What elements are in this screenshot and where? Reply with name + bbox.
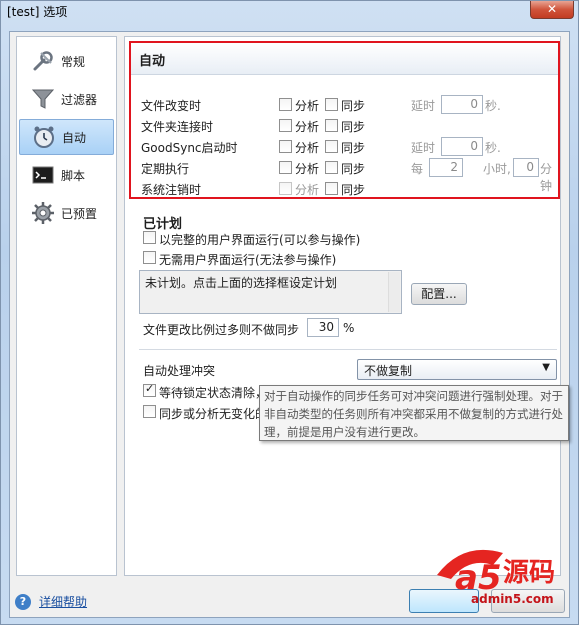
analyze-checkbox[interactable]: [279, 98, 292, 111]
chevron-down-icon: ▼: [542, 362, 550, 373]
analyze-checkbox[interactable]: [279, 182, 292, 195]
sidebar-item-presets[interactable]: 已预置: [19, 195, 114, 231]
sidebar-item-label: 脚本: [61, 168, 86, 183]
ratio-input[interactable]: 30: [307, 318, 339, 337]
client-area: 常规 过滤器 自动 脚本 已预置 自动 文件改变时 分析 同步 延时 0 秒. …: [9, 31, 570, 618]
row-label: 文件改变时: [141, 99, 202, 113]
no-change-label: 同步或分析无变化的: [159, 407, 268, 421]
auto-row-goodsync-start: GoodSync启动时 分析 同步 延时 0 秒.: [141, 137, 561, 157]
minutes-input[interactable]: 0: [513, 158, 539, 177]
no-ui-label: 无需用户界面运行(无法参与操作): [159, 253, 337, 267]
wait-lock-label: 等待锁定状态清除，: [159, 386, 268, 400]
sidebar-item-auto[interactable]: 自动: [19, 119, 114, 155]
every-label: 每: [411, 162, 424, 176]
auto-row-logoff: 系统注销时 分析 同步: [141, 179, 561, 199]
conflict-tooltip: 对于自动操作的同步任务可对冲突问题进行强制处理。对于非自动类型的任务则所有冲突都…: [259, 385, 569, 441]
auto-section-title: 自动: [131, 43, 558, 75]
conflict-label: 自动处理冲突: [143, 364, 216, 378]
clock-icon: [34, 126, 54, 148]
tooltip-text: 对于自动操作的同步任务可对冲突问题进行强制处理。对于非自动类型的任务则所有冲突都…: [264, 389, 563, 439]
help-icon: ?: [15, 593, 31, 610]
delay-label: 延时: [411, 99, 436, 113]
funnel-icon: [31, 89, 55, 109]
full-ui-checkbox[interactable]: [143, 231, 156, 244]
auto-row-file-change: 文件改变时 分析 同步 延时 0 秒.: [141, 95, 561, 115]
sync-label: 同步: [341, 141, 366, 155]
gear-icon: [32, 202, 54, 224]
configure-button[interactable]: 配置...: [411, 283, 467, 305]
schedule-description: 未计划。点击上面的选择框设定计划: [139, 270, 402, 314]
hours-input[interactable]: 2: [429, 158, 463, 177]
sync-label: 同步: [341, 183, 366, 197]
sync-checkbox[interactable]: [325, 182, 338, 195]
options-window: [test] 选项 ✕ 常规 过滤器 自动 脚本 已预置 自动 文件改变时 分析…: [0, 0, 579, 625]
no-ui-checkbox[interactable]: [143, 251, 156, 264]
sidebar-item-label: 自动: [62, 130, 87, 145]
analyze-checkbox[interactable]: [279, 161, 292, 174]
analyze-checkbox[interactable]: [279, 119, 292, 132]
svg-text:admin5.com: admin5.com: [471, 592, 554, 606]
auto-row-folder-connect: 文件夹连接时 分析 同步: [141, 116, 561, 136]
sync-label: 同步: [341, 99, 366, 113]
delay-input[interactable]: 0: [441, 95, 483, 114]
analyze-label: 分析: [295, 120, 320, 134]
svg-text:源码: 源码: [503, 558, 555, 588]
sync-label: 同步: [341, 162, 366, 176]
row-label: 定期执行: [141, 162, 190, 176]
sync-checkbox[interactable]: [325, 140, 338, 153]
sidebar-item-label: 过滤器: [61, 92, 98, 107]
delay-unit: 秒.: [485, 99, 501, 113]
analyze-checkbox[interactable]: [279, 140, 292, 153]
schedule-scrollbar[interactable]: [388, 272, 400, 312]
window-title: [test] 选项: [7, 5, 68, 19]
sync-checkbox[interactable]: [325, 98, 338, 111]
settings-panel: 自动 文件改变时 分析 同步 延时 0 秒. 文件夹连接时 分析 同步 Good…: [124, 36, 561, 576]
auto-section: 自动 文件改变时 分析 同步 延时 0 秒. 文件夹连接时 分析 同步 Good…: [129, 41, 560, 199]
analyze-label: 分析: [295, 183, 320, 197]
wrench-icon: [33, 51, 53, 71]
analyze-label: 分析: [295, 99, 320, 113]
ratio-unit: %: [343, 321, 355, 335]
script-icon: [32, 166, 54, 184]
row-label: 文件夹连接时: [141, 120, 214, 134]
schedule-text: 未计划。点击上面的选择框设定计划: [145, 276, 338, 290]
sidebar-item-label: 常规: [61, 54, 86, 69]
row-label: GoodSync启动时: [141, 141, 238, 155]
sync-label: 同步: [341, 120, 366, 134]
analyze-label: 分析: [295, 141, 320, 155]
divider: [139, 349, 557, 350]
delay-input[interactable]: 0: [441, 137, 483, 156]
watermark-logo: a5 源码 admin5.com: [433, 531, 573, 611]
delay-unit: 秒.: [485, 141, 501, 155]
sync-checkbox[interactable]: [325, 119, 338, 132]
delay-label: 延时: [411, 141, 436, 155]
analyze-label: 分析: [295, 162, 320, 176]
sidebar-item-label: 已预置: [61, 206, 98, 221]
close-button[interactable]: ✕: [530, 1, 574, 19]
conflict-selected-value: 不做复制: [364, 364, 413, 378]
scheduled-title: 已计划: [143, 217, 183, 232]
sidebar-item-scripts[interactable]: 脚本: [19, 157, 114, 193]
wait-lock-checkbox[interactable]: [143, 382, 156, 397]
row-label: 系统注销时: [141, 183, 202, 197]
conflict-select[interactable]: 不做复制 ▼: [357, 359, 557, 380]
hours-unit: 小时,: [483, 162, 511, 176]
no-change-checkbox[interactable]: [143, 405, 156, 418]
ratio-label: 文件更改比例过多则不做同步: [143, 323, 300, 337]
title-bar[interactable]: [test] 选项 ✕: [1, 1, 578, 31]
sidebar-item-filters[interactable]: 过滤器: [19, 81, 114, 117]
sidebar-item-general[interactable]: 常规: [19, 43, 114, 79]
sync-checkbox[interactable]: [325, 161, 338, 174]
help-link-area[interactable]: ? 详细帮助: [15, 593, 87, 610]
auto-row-periodic: 定期执行 分析 同步 每 2 小时, 0 分钟: [141, 158, 561, 193]
sidebar: 常规 过滤器 自动 脚本 已预置: [16, 36, 117, 576]
help-link[interactable]: 详细帮助: [39, 593, 87, 610]
full-ui-label: 以完整的用户界面运行(可以参与操作): [159, 233, 361, 247]
